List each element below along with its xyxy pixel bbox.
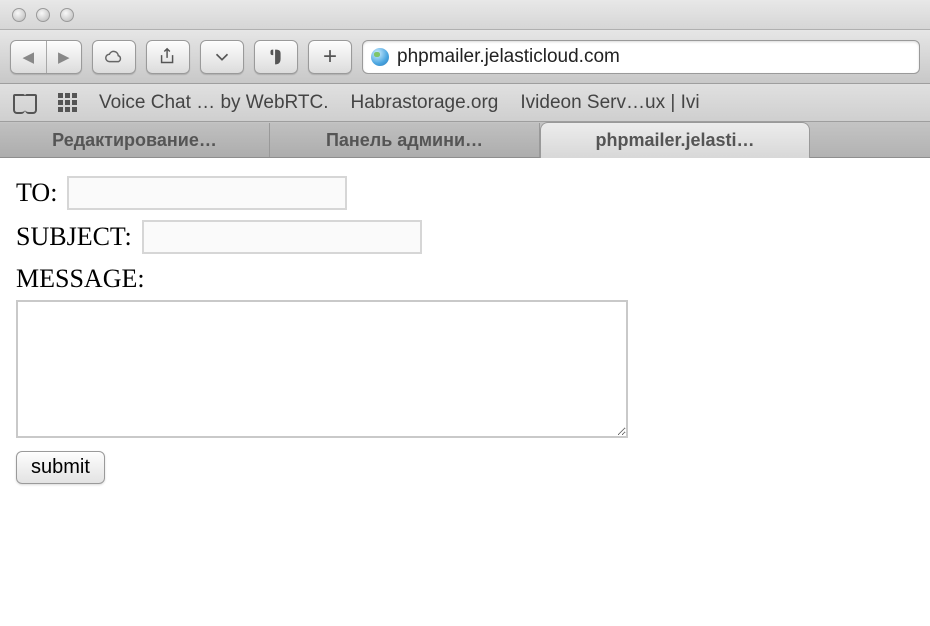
back-forward-button[interactable]: ◀ ▶ [10, 40, 82, 74]
new-tab-button[interactable]: + [308, 40, 352, 74]
message-label: MESSAGE: [16, 264, 145, 293]
grid-icon [58, 93, 77, 112]
share-icon [157, 46, 179, 68]
submit-button[interactable]: submit [16, 451, 105, 484]
window-titlebar [0, 0, 930, 30]
bookmark-link[interactable]: Ivideon Serv…ux | Ivi [520, 92, 699, 114]
subject-label: SUBJECT: [16, 222, 132, 252]
bookmark-link[interactable]: Habrastorage.org [351, 92, 499, 114]
chevron-down-icon [211, 46, 233, 68]
plus-icon: + [323, 43, 337, 71]
tab-label: phpmailer.jelasti… [595, 130, 754, 151]
close-window-button[interactable] [12, 8, 26, 22]
zoom-window-button[interactable] [60, 8, 74, 22]
tab-bar: Редактирование… Панель админи… phpmailer… [0, 122, 930, 158]
minimize-window-button[interactable] [36, 8, 50, 22]
tab-1[interactable]: Редактирование… [0, 123, 270, 157]
top-sites-button[interactable] [58, 93, 77, 112]
subject-input[interactable] [142, 220, 422, 254]
pocket-button[interactable] [200, 40, 244, 74]
tab-label: Панель админи… [326, 130, 483, 151]
back-icon: ◀ [11, 48, 46, 66]
page-content: TO: SUBJECT: MESSAGE: submit [0, 158, 930, 502]
share-button[interactable] [146, 40, 190, 74]
icloud-button[interactable] [92, 40, 136, 74]
tab-label: Редактирование… [52, 130, 217, 151]
evernote-button[interactable] [254, 40, 298, 74]
show-bookmarks-button[interactable] [14, 94, 36, 112]
to-input[interactable] [67, 176, 347, 210]
cloud-icon [103, 46, 125, 68]
message-textarea[interactable] [16, 300, 628, 438]
bookmark-bar: Voice Chat … by WebRTC. Habrastorage.org… [0, 84, 930, 122]
tab-2[interactable]: Панель админи… [270, 123, 540, 157]
bookmark-link[interactable]: Voice Chat … by WebRTC. [99, 92, 329, 114]
address-url: phpmailer.jelasticloud.com [397, 46, 620, 68]
evernote-icon [265, 46, 287, 68]
globe-icon [371, 48, 389, 66]
forward-icon: ▶ [47, 48, 82, 66]
address-bar[interactable]: phpmailer.jelasticloud.com [362, 40, 920, 74]
book-icon [14, 94, 36, 112]
to-label: TO: [16, 178, 57, 208]
tab-3-active[interactable]: phpmailer.jelasti… [540, 122, 810, 158]
browser-toolbar: ◀ ▶ + phpmailer.jelasticloud.com [0, 30, 930, 84]
